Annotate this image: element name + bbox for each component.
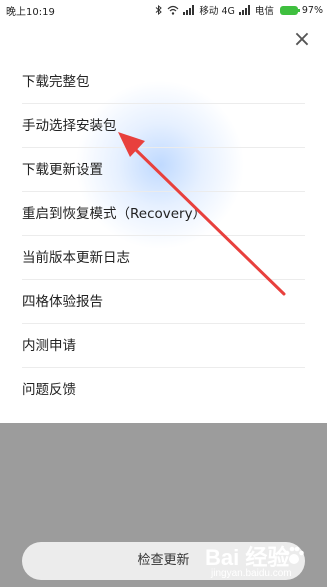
menu-item-download-settings[interactable]: 下载更新设置	[0, 148, 327, 192]
signal-icon	[238, 5, 250, 15]
status-bar: 晚上10:19 移动 4G 电信 97%	[0, 0, 327, 20]
battery-icon	[279, 5, 300, 15]
carrier-1: 移动 4G	[199, 6, 235, 17]
menu-item-changelog[interactable]: 当前版本更新日志	[0, 236, 327, 280]
menu-item-manual-select[interactable]: 手动选择安装包	[0, 104, 327, 148]
menu-item-recovery[interactable]: 重启到恢复模式（Recovery）	[0, 192, 327, 236]
menu-item-feedback[interactable]: 问题反馈	[0, 368, 327, 412]
status-icons: 移动 4G 电信 97%	[155, 3, 323, 17]
options-menu: 下载完整包 手动选择安装包 下载更新设置 重启到恢复模式（Recovery） 当…	[0, 60, 327, 412]
battery-level: 97%	[301, 4, 323, 16]
menu-item-download-full[interactable]: 下载完整包	[0, 60, 327, 104]
menu-item-experience-report[interactable]: 四格体验报告	[0, 280, 327, 324]
status-time: 晚上10:19	[6, 7, 55, 18]
watermark: Bai 经验 jingyan.baidu.com	[205, 538, 315, 584]
wifi-icon	[167, 5, 179, 15]
menu-item-beta-apply[interactable]: 内测申请	[0, 324, 327, 368]
close-icon[interactable]: ×	[291, 29, 313, 51]
watermark-url: jingyan.baidu.com	[211, 568, 292, 579]
options-sheet: × 下载完整包 手动选择安装包 下载更新设置 重启到恢复模式（Recovery）…	[0, 20, 327, 423]
signal-icon	[183, 5, 195, 15]
paw-icon	[284, 546, 304, 564]
bluetooth-icon	[156, 5, 163, 15]
carrier-2: 电信	[254, 6, 274, 17]
